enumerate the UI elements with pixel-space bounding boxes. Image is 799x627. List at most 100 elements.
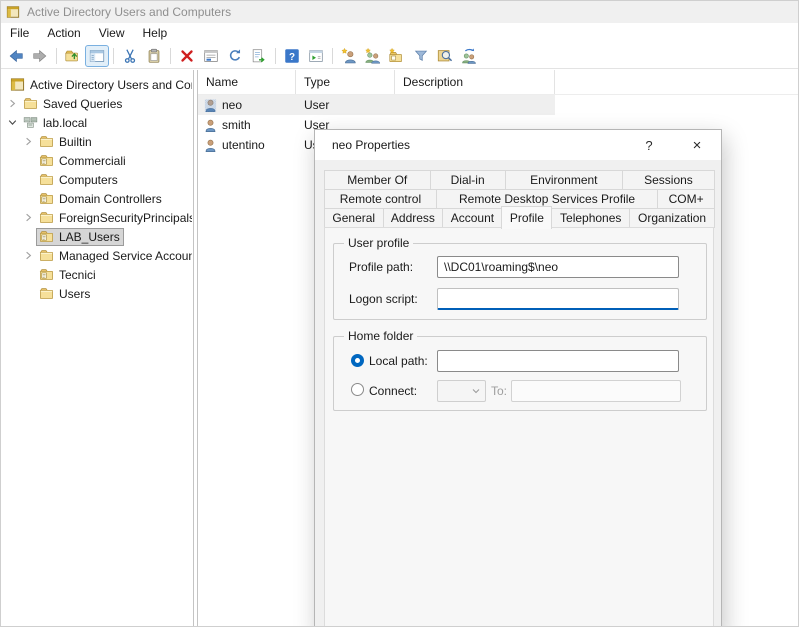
list-row-neo[interactable]: neoUser — [198, 95, 555, 115]
toolbar-show-console-tree-button[interactable] — [85, 45, 109, 67]
user-icon — [203, 138, 218, 153]
tab-organization[interactable]: Organization — [629, 208, 715, 228]
tree-item-target[interactable]: Builtin — [36, 133, 96, 151]
chevron-right-icon[interactable] — [21, 248, 36, 263]
toolbar-new-user-button[interactable] — [337, 45, 361, 67]
tree-item-tecnici[interactable]: Tecnici — [1, 265, 193, 284]
connect-radio[interactable] — [351, 383, 364, 396]
aduc-window: Active Directory Users and Computers Fil… — [0, 0, 799, 627]
toolbar-export-list-button[interactable] — [247, 45, 271, 67]
tree-item-label: Active Directory Users and Computers — [30, 78, 193, 92]
tree-item-lab-users[interactable]: LAB_Users — [1, 227, 193, 246]
tab-remote-control[interactable]: Remote control — [324, 189, 437, 209]
properties-icon — [202, 47, 220, 65]
tab-member-of[interactable]: Member Of — [324, 170, 431, 190]
new-ou-icon — [388, 47, 406, 65]
tree-item-label: Builtin — [59, 135, 92, 149]
delete-icon — [178, 47, 196, 65]
dialog-help-button[interactable]: ? — [634, 132, 664, 158]
column-header-name[interactable]: Name — [198, 70, 296, 94]
tree-item-target[interactable]: Tecnici — [36, 266, 100, 284]
toolbar-back-button[interactable] — [4, 45, 28, 67]
new-group-icon — [364, 47, 382, 65]
toolbar-new-ou-button[interactable] — [385, 45, 409, 67]
tab-telephones[interactable]: Telephones — [551, 208, 630, 228]
drive-letter-dropdown[interactable] — [437, 380, 486, 402]
column-header-description[interactable]: Description — [395, 70, 555, 94]
menu-view[interactable]: View — [90, 23, 134, 43]
action-pane-icon — [307, 47, 325, 65]
tree-item-target[interactable]: Managed Service Accounts — [36, 247, 193, 265]
folder-icon — [39, 172, 54, 187]
user-name: utentino — [222, 138, 265, 152]
toolbar-properties-button[interactable] — [199, 45, 223, 67]
toolbar-forward-button[interactable] — [28, 45, 52, 67]
tree-item-target[interactable]: Active Directory Users and Computers — [7, 76, 193, 94]
toolbar-filter-button[interactable] — [409, 45, 433, 67]
tab-com[interactable]: COM+ — [657, 189, 715, 209]
toolbar-up-one-level-button[interactable] — [61, 45, 85, 67]
connect-label[interactable]: Connect: — [369, 384, 417, 398]
toolbar-new-group-button[interactable] — [361, 45, 385, 67]
dialog-close-button[interactable]: × — [682, 132, 712, 158]
tree-item-lab-local[interactable]: lab.local — [1, 113, 193, 132]
tab-environment[interactable]: Environment — [505, 170, 623, 190]
toolbar-refresh-button[interactable] — [223, 45, 247, 67]
menu-action[interactable]: Action — [38, 23, 89, 43]
menu-help[interactable]: Help — [134, 23, 177, 43]
toolbar-show-action-pane-button[interactable] — [304, 45, 328, 67]
folder-icon — [39, 210, 54, 225]
tab-dial-in[interactable]: Dial-in — [430, 170, 506, 190]
chevron-right-icon[interactable] — [21, 134, 36, 149]
chevron-placeholder — [21, 172, 36, 187]
logon-script-input[interactable] — [437, 288, 679, 310]
toolbar-add-to-group-button[interactable] — [457, 45, 481, 67]
local-path-radio[interactable] — [351, 354, 364, 367]
tree-item-users[interactable]: Users — [1, 284, 193, 303]
tree-item-saved-queries[interactable]: Saved Queries — [1, 94, 193, 113]
chevron-down-icon — [470, 385, 482, 397]
tree-item-domain-controllers[interactable]: Domain Controllers — [1, 189, 193, 208]
back-icon — [7, 47, 25, 65]
tree-item-managed-service-accounts[interactable]: Managed Service Accounts — [1, 246, 193, 265]
chevron-right-icon[interactable] — [5, 96, 20, 111]
toolbar-find-button[interactable] — [433, 45, 457, 67]
tab-address[interactable]: Address — [383, 208, 444, 228]
profile-path-input[interactable] — [437, 256, 679, 278]
local-path-input[interactable] — [437, 350, 679, 372]
home-folder-group: Home folder Local path: Connect: To: — [333, 336, 707, 411]
toolbar-delete-button[interactable] — [175, 45, 199, 67]
tree-item-target[interactable]: Commerciali — [36, 152, 130, 170]
local-path-label[interactable]: Local path: — [369, 354, 428, 368]
tree-item-label: Computers — [59, 173, 118, 187]
folder-icon — [23, 96, 38, 111]
tree-item-target[interactable]: Users — [36, 285, 94, 303]
toolbar-help-button[interactable]: ? — [280, 45, 304, 67]
connect-to-input[interactable] — [511, 380, 681, 402]
tab-sessions[interactable]: Sessions — [622, 170, 715, 190]
column-header-type[interactable]: Type — [296, 70, 395, 94]
tree-item-foreignsecurityprincipals[interactable]: ForeignSecurityPrincipals — [1, 208, 193, 227]
tree-item-computers[interactable]: Computers — [1, 170, 193, 189]
tree-item-target[interactable]: LAB_Users — [36, 228, 124, 246]
tree-item-target[interactable]: Saved Queries — [20, 95, 126, 113]
tree-item-target[interactable]: Domain Controllers — [36, 190, 166, 208]
ou-folder-icon — [39, 153, 54, 168]
list-header: NameTypeDescription — [198, 70, 798, 95]
tree-item-active-directory-users-and-computers[interactable]: Active Directory Users and Computers — [1, 75, 193, 94]
tab-account[interactable]: Account — [442, 208, 502, 228]
tree-item-commerciali[interactable]: Commerciali — [1, 151, 193, 170]
chevron-right-icon[interactable] — [21, 210, 36, 225]
tree-item-target[interactable]: ForeignSecurityPrincipals — [36, 209, 193, 227]
tree-item-builtin[interactable]: Builtin — [1, 132, 193, 151]
toolbar-cut-button[interactable] — [118, 45, 142, 67]
toolbar-paste-button[interactable] — [142, 45, 166, 67]
tree-item-target[interactable]: Computers — [36, 171, 122, 189]
tab-profile[interactable]: Profile — [501, 206, 552, 229]
ou-folder-icon — [39, 191, 54, 206]
tab-general[interactable]: General — [324, 208, 384, 228]
menu-file[interactable]: File — [1, 23, 38, 43]
tree-item-target[interactable]: lab.local — [20, 114, 91, 132]
chevron-down-icon[interactable] — [5, 115, 20, 130]
up-one-level-icon — [64, 47, 82, 65]
